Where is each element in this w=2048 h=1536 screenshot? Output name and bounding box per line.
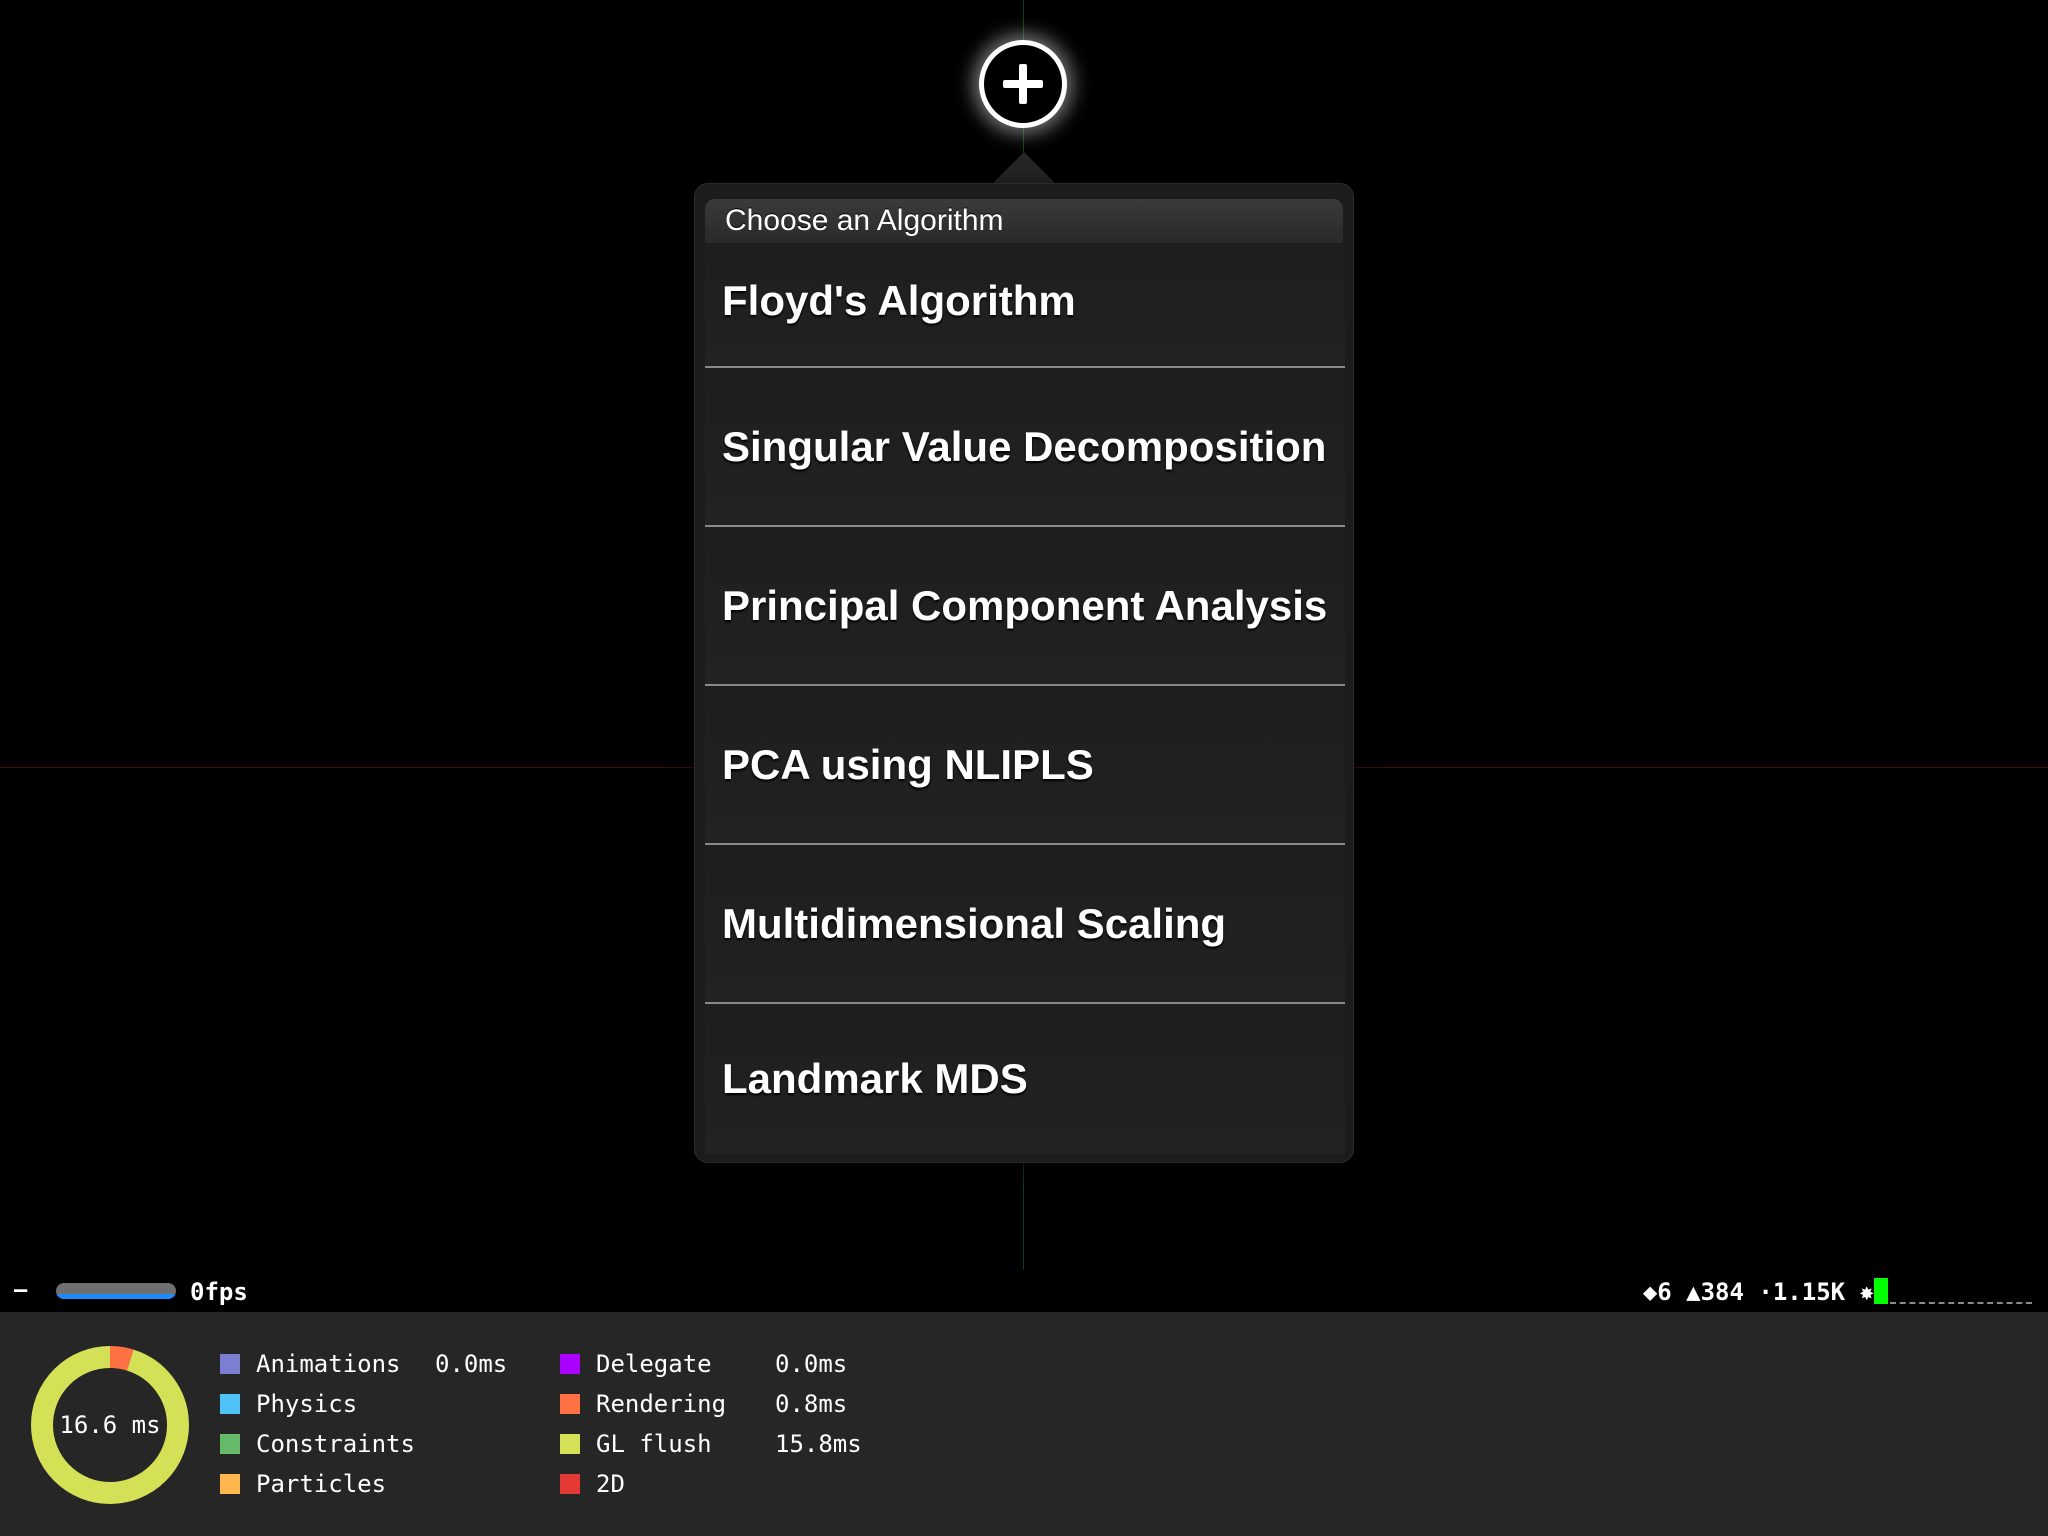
legend-swatch [560, 1474, 580, 1494]
legend-name: 2D [596, 1470, 625, 1498]
algorithm-popover: Choose an Algorithm Floyd's Algorithm Si… [694, 183, 1354, 1163]
popover-arrow [992, 152, 1056, 184]
legend-value: 15.8ms [775, 1430, 862, 1458]
algorithm-label: Multidimensional Scaling [722, 899, 1227, 947]
legend-row: Physics [220, 1390, 357, 1430]
algorithm-label: Landmark MDS [722, 1055, 1028, 1102]
legend-value: 0.8ms [775, 1390, 848, 1418]
legend-row: Particles [220, 1470, 386, 1510]
fps-gauge [56, 1283, 176, 1299]
legend-name: Physics [256, 1390, 358, 1418]
algorithm-item-landmark-mds[interactable]: Landmark MDS [705, 1004, 1345, 1154]
algorithm-label: PCA using NLIPLS [722, 740, 1094, 788]
legend-name: Animations [256, 1350, 401, 1378]
legend-name: Rendering [596, 1390, 727, 1418]
node-stats: ◆6 ▲384 ·1.15K ✸ [1642, 1278, 1874, 1306]
algorithm-item-mds[interactable]: Multidimensional Scaling [705, 845, 1345, 1004]
legend-name: Constraints [256, 1430, 415, 1458]
add-button[interactable] [979, 40, 1067, 128]
scene-view[interactable]: Choose an Algorithm Floyd's Algorithm Si… [0, 0, 2048, 1536]
fps-readout: 0fps [190, 1278, 248, 1306]
legend-swatch [560, 1434, 580, 1454]
algorithm-label: Singular Value Decomposition [722, 422, 1327, 470]
legend-left: Animations 0.0ms Physics Constraints Par… [220, 1350, 507, 1510]
popover-header: Choose an Algorithm [705, 199, 1343, 243]
legend-row: Rendering 0.8ms [560, 1390, 847, 1430]
legend-swatch [560, 1354, 580, 1374]
legend-name: GL flush [596, 1430, 712, 1458]
legend-swatch [220, 1354, 240, 1374]
algorithm-list: Floyd's Algorithm Singular Value Decompo… [705, 243, 1345, 1154]
legend-row: Animations 0.0ms [220, 1350, 507, 1390]
legend-swatch [220, 1434, 240, 1454]
algorithm-item-pca-nlipls[interactable]: PCA using NLIPLS [705, 686, 1345, 845]
collapse-button[interactable]: – [14, 1278, 27, 1303]
fps-gauge-fill [56, 1294, 176, 1299]
plus-icon [1003, 64, 1043, 104]
legend-swatch [560, 1394, 580, 1414]
legend-row: GL flush 15.8ms [560, 1430, 862, 1470]
popover-title: Choose an Algorithm [725, 204, 1004, 237]
algorithm-item-floyd[interactable]: Floyd's Algorithm [705, 243, 1345, 368]
legend-row: Delegate 0.0ms [560, 1350, 847, 1390]
legend-right: Delegate 0.0ms Rendering 0.8ms GL flush … [560, 1350, 862, 1510]
performance-panel: 16.6 ms Animations 0.0ms Physics Constra… [0, 1312, 2048, 1536]
legend-row: 2D [560, 1470, 676, 1510]
activity-track [1890, 1302, 2032, 1304]
legend-swatch [220, 1394, 240, 1414]
legend-name: Delegate [596, 1350, 712, 1378]
algorithm-label: Principal Component Analysis [722, 581, 1328, 629]
legend-value: 0.0ms [435, 1350, 508, 1378]
legend-row: Constraints [220, 1430, 415, 1470]
frame-time-total: 16.6 ms [59, 1411, 161, 1439]
algorithm-item-svd[interactable]: Singular Value Decomposition [705, 368, 1345, 527]
algorithm-label: Floyd's Algorithm [722, 277, 1076, 324]
legend-swatch [220, 1474, 240, 1494]
stats-bar: – 0fps ◆6 ▲384 ·1.15K ✸ [0, 1270, 2048, 1312]
legend-value: 0.0ms [775, 1350, 848, 1378]
algorithm-item-pca[interactable]: Principal Component Analysis [705, 527, 1345, 686]
legend-name: Particles [256, 1470, 387, 1498]
activity-indicator [1874, 1278, 1888, 1304]
